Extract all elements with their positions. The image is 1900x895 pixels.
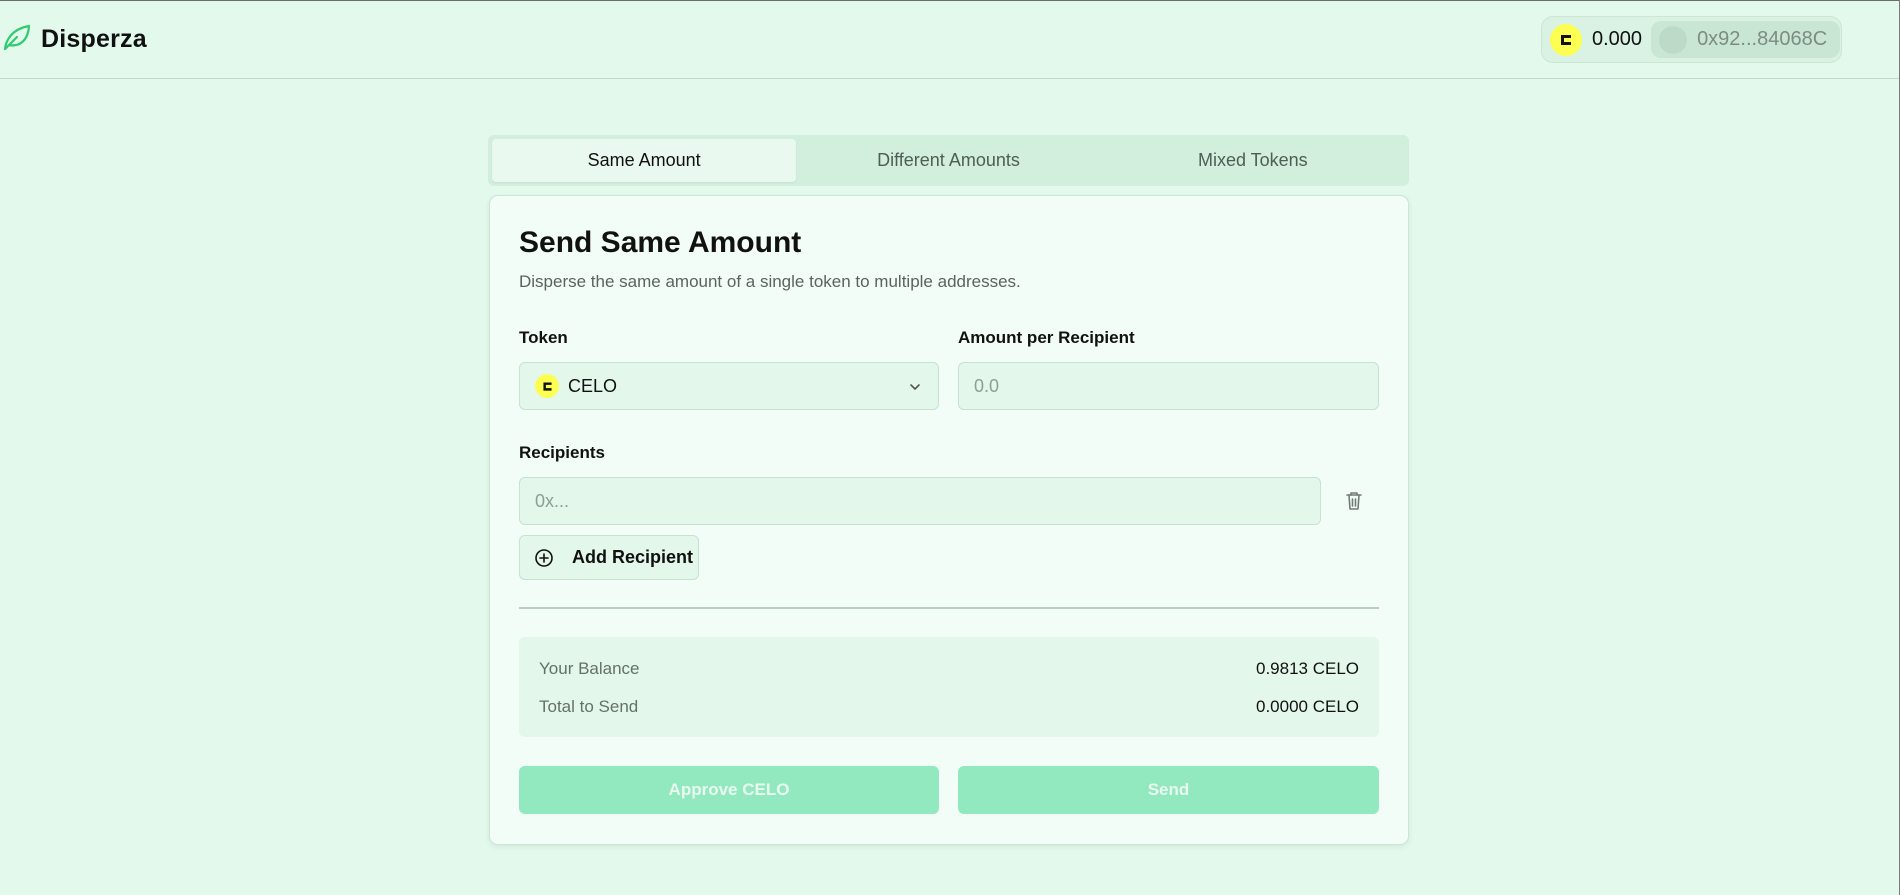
app-header: Disperza 0.000 0x92...84068C xyxy=(0,0,1899,79)
tab-same-amount[interactable]: Same Amount xyxy=(492,139,797,182)
total-label: Total to Send xyxy=(539,697,639,716)
wallet-balance: 0.000 xyxy=(1592,28,1643,50)
card-subtitle: Disperse the same amount of a single tok… xyxy=(519,272,1021,291)
celo-icon xyxy=(1550,23,1582,56)
total-row: Total to Send 0.0000 CELO xyxy=(539,697,1359,717)
plus-circle-icon xyxy=(535,548,553,567)
amount-label: Amount per Recipient xyxy=(958,328,1135,347)
tab-different-amounts[interactable]: Different Amounts xyxy=(796,139,1100,182)
divider xyxy=(519,607,1379,609)
trash-icon[interactable] xyxy=(1344,490,1364,512)
approve-button[interactable]: Approve CELO xyxy=(519,766,939,814)
send-button[interactable]: Send xyxy=(958,766,1379,814)
wallet-address: 0x92...84068C xyxy=(1697,28,1828,50)
recipient-address-input[interactable]: 0x... xyxy=(519,477,1321,525)
amount-input[interactable]: 0.0 xyxy=(958,362,1379,410)
wallet-widget[interactable]: 0.000 0x92...84068C xyxy=(1541,16,1842,63)
add-recipient-label: Add Recipient xyxy=(572,547,694,567)
balance-row: Your Balance 0.9813 CELO xyxy=(539,659,1359,679)
balance-value: 0.9813 CELO xyxy=(1255,659,1359,678)
summary-panel: Your Balance 0.9813 CELO Total to Send 0… xyxy=(519,637,1379,737)
token-label: Token xyxy=(519,328,568,347)
card-title: Send Same Amount xyxy=(519,226,802,259)
brand-name: Disperza xyxy=(41,24,147,53)
add-recipient-button[interactable]: Add Recipient xyxy=(519,535,699,580)
avatar xyxy=(1659,25,1688,54)
wallet-address-button[interactable]: 0x92...84068C xyxy=(1651,21,1841,58)
recipients-label: Recipients xyxy=(519,443,605,462)
total-value: 0.0000 CELO xyxy=(1255,697,1359,716)
recipient-placeholder: 0x... xyxy=(535,490,570,511)
send-card: Send Same Amount Disperse the same amoun… xyxy=(489,195,1409,845)
brand[interactable]: Disperza xyxy=(2,22,147,57)
amount-placeholder: 0.0 xyxy=(974,375,1000,396)
tab-mixed-tokens[interactable]: Mixed Tokens xyxy=(1101,139,1405,182)
balance-label: Your Balance xyxy=(539,659,640,678)
leaf-icon xyxy=(2,22,32,57)
celo-icon xyxy=(535,374,559,398)
token-value: CELO xyxy=(568,375,618,396)
chevron-down-icon xyxy=(908,378,922,399)
token-select[interactable]: CELO xyxy=(519,362,939,410)
mode-tabs: Same Amount Different Amounts Mixed Toke… xyxy=(488,135,1409,186)
